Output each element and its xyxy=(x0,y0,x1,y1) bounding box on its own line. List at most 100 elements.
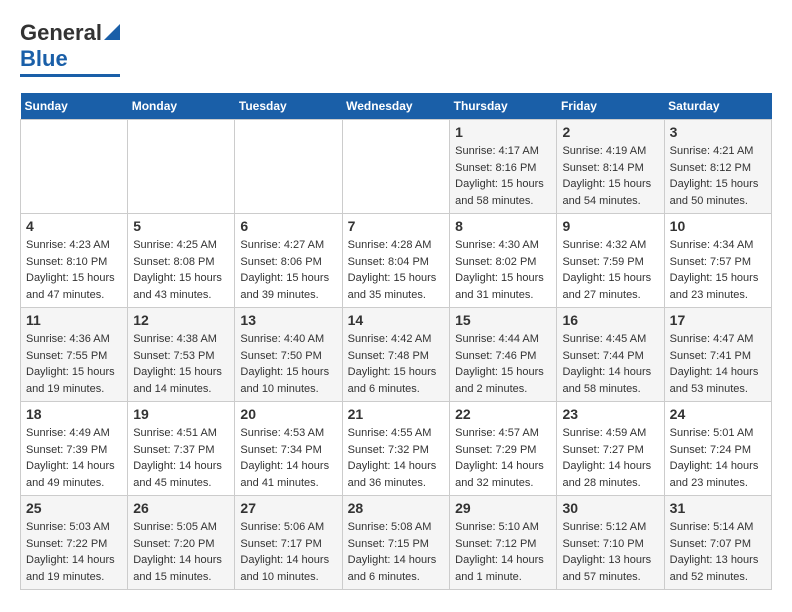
day-info: Sunrise: 4:47 AMSunset: 7:41 PMDaylight:… xyxy=(670,331,766,397)
calendar-cell: 8 Sunrise: 4:30 AMSunset: 8:02 PMDaylight… xyxy=(450,214,557,308)
day-number: 25 xyxy=(26,500,122,516)
day-number: 14 xyxy=(348,312,445,328)
day-info: Sunrise: 5:01 AMSunset: 7:24 PMDaylight:… xyxy=(670,425,766,491)
calendar-week-4: 18 Sunrise: 4:49 AMSunset: 7:39 PMDayligh… xyxy=(21,402,772,496)
day-info: Sunrise: 4:27 AMSunset: 8:06 PMDaylight:… xyxy=(240,237,336,303)
calendar-cell: 3 Sunrise: 4:21 AMSunset: 8:12 PMDaylight… xyxy=(664,120,771,214)
calendar-cell: 22 Sunrise: 4:57 AMSunset: 7:29 PMDayligh… xyxy=(450,402,557,496)
calendar-cell: 5Sunrise: 4:25 AMSunset: 8:08 PMDaylight… xyxy=(128,214,235,308)
calendar-cell: 30 Sunrise: 5:12 AMSunset: 7:10 PMDayligh… xyxy=(557,496,664,590)
day-info: Sunrise: 4:51 AMSunset: 7:37 PMDaylight:… xyxy=(133,425,229,491)
day-info: Sunrise: 4:32 AMSunset: 7:59 PMDaylight:… xyxy=(562,237,658,303)
day-number: 29 xyxy=(455,500,551,516)
day-info: Sunrise: 4:59 AMSunset: 7:27 PMDaylight:… xyxy=(562,425,658,491)
day-number: 5 xyxy=(133,218,229,234)
calendar-cell: 13 Sunrise: 4:40 AMSunset: 7:50 PMDayligh… xyxy=(235,308,342,402)
calendar-cell: 6 Sunrise: 4:27 AMSunset: 8:06 PMDaylight… xyxy=(235,214,342,308)
day-number: 11 xyxy=(26,312,122,328)
calendar-cell: 25 Sunrise: 5:03 AMSunset: 7:22 PMDayligh… xyxy=(21,496,128,590)
calendar-cell xyxy=(235,120,342,214)
day-number: 17 xyxy=(670,312,766,328)
calendar-cell: 2Sunrise: 4:19 AMSunset: 8:14 PMDaylight… xyxy=(557,120,664,214)
logo-general: General xyxy=(20,20,102,46)
day-number: 20 xyxy=(240,406,336,422)
day-info: Sunrise: 4:23 AMSunset: 8:10 PMDaylight:… xyxy=(26,237,122,303)
calendar-cell: 19 Sunrise: 4:51 AMSunset: 7:37 PMDayligh… xyxy=(128,402,235,496)
day-info: Sunrise: 5:06 AMSunset: 7:17 PMDaylight:… xyxy=(240,519,336,585)
day-info: Sunrise: 4:17 AMSunset: 8:16 PMDaylight:… xyxy=(455,143,551,209)
day-info: Sunrise: 5:12 AMSunset: 7:10 PMDaylight:… xyxy=(562,519,658,585)
day-info: Sunrise: 4:45 AMSunset: 7:44 PMDaylight:… xyxy=(562,331,658,397)
logo-triangle-icon xyxy=(104,24,120,40)
day-info: Sunrise: 4:49 AMSunset: 7:39 PMDaylight:… xyxy=(26,425,122,491)
header-cell-thursday: Thursday xyxy=(450,93,557,120)
calendar-cell: 15Sunrise: 4:44 AMSunset: 7:46 PMDayligh… xyxy=(450,308,557,402)
calendar-week-2: 4Sunrise: 4:23 AMSunset: 8:10 PMDaylight… xyxy=(21,214,772,308)
logo-blue: Blue xyxy=(20,46,68,72)
header-cell-friday: Friday xyxy=(557,93,664,120)
day-info: Sunrise: 4:21 AMSunset: 8:12 PMDaylight:… xyxy=(670,143,766,209)
logo-underline xyxy=(20,74,120,77)
day-info: Sunrise: 4:53 AMSunset: 7:34 PMDaylight:… xyxy=(240,425,336,491)
calendar-week-3: 11 Sunrise: 4:36 AMSunset: 7:55 PMDayligh… xyxy=(21,308,772,402)
day-info: Sunrise: 4:34 AMSunset: 7:57 PMDaylight:… xyxy=(670,237,766,303)
calendar-cell: 27Sunrise: 5:06 AMSunset: 7:17 PMDayligh… xyxy=(235,496,342,590)
calendar-cell: 18 Sunrise: 4:49 AMSunset: 7:39 PMDayligh… xyxy=(21,402,128,496)
header-cell-monday: Monday xyxy=(128,93,235,120)
day-info: Sunrise: 4:36 AMSunset: 7:55 PMDaylight:… xyxy=(26,331,122,397)
calendar-cell: 31 Sunrise: 5:14 AMSunset: 7:07 PMDayligh… xyxy=(664,496,771,590)
day-number: 12 xyxy=(133,312,229,328)
calendar-cell: 28Sunrise: 5:08 AMSunset: 7:15 PMDayligh… xyxy=(342,496,450,590)
day-number: 6 xyxy=(240,218,336,234)
day-number: 3 xyxy=(670,124,766,140)
header-cell-tuesday: Tuesday xyxy=(235,93,342,120)
day-number: 26 xyxy=(133,500,229,516)
day-number: 23 xyxy=(562,406,658,422)
day-number: 10 xyxy=(670,218,766,234)
day-number: 21 xyxy=(348,406,445,422)
day-number: 8 xyxy=(455,218,551,234)
header-cell-sunday: Sunday xyxy=(21,93,128,120)
day-info: Sunrise: 5:03 AMSunset: 7:22 PMDaylight:… xyxy=(26,519,122,585)
day-number: 9 xyxy=(562,218,658,234)
calendar-cell: 7 Sunrise: 4:28 AMSunset: 8:04 PMDaylight… xyxy=(342,214,450,308)
day-info: Sunrise: 4:42 AMSunset: 7:48 PMDaylight:… xyxy=(348,331,445,397)
day-number: 30 xyxy=(562,500,658,516)
day-number: 13 xyxy=(240,312,336,328)
day-number: 19 xyxy=(133,406,229,422)
day-number: 7 xyxy=(348,218,445,234)
day-info: Sunrise: 5:14 AMSunset: 7:07 PMDaylight:… xyxy=(670,519,766,585)
calendar-cell: 12 Sunrise: 4:38 AMSunset: 7:53 PMDayligh… xyxy=(128,308,235,402)
calendar-cell: 20 Sunrise: 4:53 AMSunset: 7:34 PMDayligh… xyxy=(235,402,342,496)
calendar-cell: 11 Sunrise: 4:36 AMSunset: 7:55 PMDayligh… xyxy=(21,308,128,402)
logo: General Blue xyxy=(20,20,120,77)
calendar-cell: 16 Sunrise: 4:45 AMSunset: 7:44 PMDayligh… xyxy=(557,308,664,402)
header-cell-saturday: Saturday xyxy=(664,93,771,120)
day-number: 1 xyxy=(455,124,551,140)
day-info: Sunrise: 4:44 AMSunset: 7:46 PMDaylight:… xyxy=(455,331,551,397)
calendar-cell xyxy=(128,120,235,214)
day-number: 31 xyxy=(670,500,766,516)
day-number: 16 xyxy=(562,312,658,328)
calendar-cell: 14 Sunrise: 4:42 AMSunset: 7:48 PMDayligh… xyxy=(342,308,450,402)
day-info: Sunrise: 4:28 AMSunset: 8:04 PMDaylight:… xyxy=(348,237,445,303)
calendar-cell xyxy=(21,120,128,214)
day-info: Sunrise: 4:30 AMSunset: 8:02 PMDaylight:… xyxy=(455,237,551,303)
day-info: Sunrise: 4:38 AMSunset: 7:53 PMDaylight:… xyxy=(133,331,229,397)
header-cell-wednesday: Wednesday xyxy=(342,93,450,120)
day-number: 28 xyxy=(348,500,445,516)
calendar-cell: 23 Sunrise: 4:59 AMSunset: 7:27 PMDayligh… xyxy=(557,402,664,496)
calendar-cell: 24Sunrise: 5:01 AMSunset: 7:24 PMDayligh… xyxy=(664,402,771,496)
page-header: General Blue xyxy=(20,20,772,77)
day-info: Sunrise: 4:57 AMSunset: 7:29 PMDaylight:… xyxy=(455,425,551,491)
day-number: 22 xyxy=(455,406,551,422)
calendar-cell: 29 Sunrise: 5:10 AMSunset: 7:12 PMDayligh… xyxy=(450,496,557,590)
day-number: 18 xyxy=(26,406,122,422)
calendar-cell: 21 Sunrise: 4:55 AMSunset: 7:32 PMDayligh… xyxy=(342,402,450,496)
calendar-cell: 10 Sunrise: 4:34 AMSunset: 7:57 PMDayligh… xyxy=(664,214,771,308)
day-info: Sunrise: 4:55 AMSunset: 7:32 PMDaylight:… xyxy=(348,425,445,491)
calendar-week-5: 25 Sunrise: 5:03 AMSunset: 7:22 PMDayligh… xyxy=(21,496,772,590)
day-info: Sunrise: 5:10 AMSunset: 7:12 PMDaylight:… xyxy=(455,519,551,585)
calendar-table: SundayMondayTuesdayWednesdayThursdayFrid… xyxy=(20,93,772,590)
day-info: Sunrise: 4:40 AMSunset: 7:50 PMDaylight:… xyxy=(240,331,336,397)
